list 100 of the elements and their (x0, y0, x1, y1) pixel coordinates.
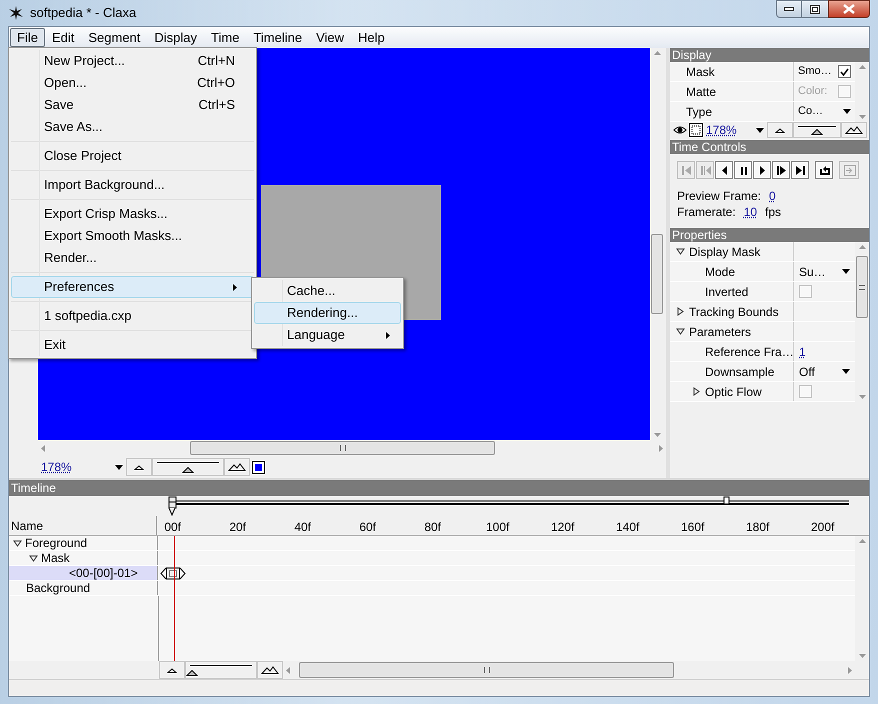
zoom-in-button[interactable] (257, 661, 283, 679)
menu-item[interactable]: Segment (81, 28, 148, 47)
preview-frame-value[interactable]: 0 (769, 187, 776, 205)
panel-header: Display (670, 48, 869, 62)
panel-header: Time Controls (670, 140, 869, 154)
menu-entry[interactable]: Preferences (11, 276, 254, 298)
transport-button[interactable] (772, 161, 790, 179)
menu-entry[interactable]: Render... (11, 247, 254, 269)
vertical-scrollbar[interactable] (855, 242, 869, 402)
menu-item[interactable]: Timeline (246, 28, 310, 47)
ruler-tick-label: 100f (486, 520, 510, 533)
slider-thumb[interactable] (811, 129, 823, 135)
checkbox[interactable] (838, 65, 851, 78)
track-label: Mask (41, 550, 70, 567)
minimize-button[interactable] (776, 0, 802, 18)
property-label: Tracking Bounds (689, 304, 779, 320)
loop-icon (818, 164, 830, 176)
zoom-dropdown[interactable]: 178% (38, 458, 126, 476)
track-label: Background (26, 580, 90, 597)
checkbox[interactable] (799, 385, 812, 398)
ruler-tick-label: 120f (550, 520, 574, 533)
scroll-thumb[interactable] (299, 662, 674, 678)
zoom-slider[interactable] (152, 458, 224, 476)
menu-entry[interactable]: New Project... Ctrl+N (11, 50, 254, 72)
menu-entry[interactable]: Rendering... (254, 302, 401, 324)
transport-button[interactable] (734, 161, 752, 179)
ruler-tick-label: 160f (680, 520, 704, 533)
framerate-value[interactable]: 10 (744, 203, 758, 221)
expand-triangle-icon[interactable] (692, 387, 701, 396)
property-dropdown[interactable]: Off (799, 362, 850, 380)
menu-item[interactable]: Time (204, 28, 246, 47)
zoom-slider[interactable] (793, 122, 841, 138)
zoom-out-button[interactable] (126, 458, 152, 476)
maximize-button[interactable] (802, 0, 828, 18)
ruler-tick-label: 200f (810, 520, 834, 533)
scroll-thumb[interactable] (856, 256, 868, 318)
maximize-icon (810, 4, 820, 14)
step-forward-icon (774, 164, 788, 176)
zoom-out-button[interactable] (159, 661, 185, 679)
menu-item[interactable]: Display (147, 28, 204, 47)
transport-button[interactable] (815, 161, 833, 179)
menu-entry[interactable]: Exit (11, 334, 254, 356)
track-name-cell[interactable]: <00-[00]-01> (9, 566, 158, 580)
zoom-in-button[interactable] (841, 122, 867, 138)
menu-entry[interactable]: Language (254, 324, 401, 346)
menu-entry[interactable]: Export Smooth Masks... (11, 225, 254, 247)
horizontal-scrollbar[interactable] (283, 661, 855, 679)
property-value-link[interactable]: 1 (799, 342, 806, 360)
keyframe-marker-icon[interactable] (160, 567, 188, 580)
menu-entry[interactable]: Save Ctrl+S (11, 94, 254, 116)
transport-button[interactable] (791, 161, 809, 179)
dropdown-arrow-icon (843, 109, 851, 114)
horizontal-scrollbar[interactable] (38, 440, 666, 456)
small-mountain-icon (775, 128, 785, 132)
menu-entry[interactable]: Import Background... (11, 174, 254, 196)
ruler-tick-label: 40f (294, 520, 312, 533)
menu-item[interactable]: Help (351, 28, 392, 47)
app-logo-icon (8, 5, 24, 21)
menu-item[interactable]: View (309, 28, 352, 47)
scroll-thumb[interactable] (190, 441, 495, 455)
window-title: softpedia * - Claxa (30, 4, 136, 22)
transport-button[interactable] (715, 161, 733, 179)
zoom-dropdown[interactable]: 178% (703, 122, 767, 138)
ruler-tick-label: 180f (746, 520, 770, 533)
menu-entry[interactable]: Close Project (11, 145, 254, 167)
name-column-header[interactable]: Name (9, 516, 158, 535)
expand-triangle-icon[interactable] (676, 307, 685, 316)
dropdown-arrow-icon (842, 369, 850, 374)
slider-thumb[interactable] (186, 670, 198, 676)
property-dropdown[interactable]: Su… (799, 262, 850, 280)
collapse-triangle-icon[interactable] (676, 327, 685, 336)
property-label: Display Mask (689, 244, 760, 260)
menu-entry[interactable]: 1 softpedia.cxp (11, 305, 254, 327)
zoom-in-button[interactable] (224, 458, 250, 476)
zoom-slider[interactable] (185, 661, 257, 679)
framerate-unit: fps (765, 204, 782, 221)
property-dropdown[interactable]: Co… (798, 103, 851, 120)
close-button[interactable] (828, 0, 870, 18)
menu-entry[interactable]: Export Crisp Masks... (11, 203, 254, 225)
zoom-out-button[interactable] (767, 122, 793, 138)
close-icon (843, 4, 855, 14)
mask-outline-icon[interactable] (689, 123, 703, 137)
color-swatch[interactable] (252, 460, 265, 474)
scroll-thumb[interactable] (651, 234, 663, 314)
framerate-label: Framerate: (677, 204, 736, 221)
menu-entry[interactable]: Open... Ctrl+O (11, 72, 254, 94)
panel-header: Timeline (9, 480, 869, 496)
menu-entry[interactable]: Save As... (11, 116, 254, 138)
slider-thumb[interactable] (182, 467, 194, 473)
dropdown-arrow-icon (842, 269, 850, 274)
collapse-triangle-icon[interactable] (676, 247, 685, 256)
checkbox[interactable] (799, 285, 812, 298)
menu-item[interactable]: Edit (44, 28, 82, 47)
vertical-scrollbar[interactable] (650, 48, 664, 440)
small-mountain-icon (167, 668, 177, 672)
menu-item[interactable]: File (10, 28, 45, 47)
transport-button[interactable] (753, 161, 771, 179)
menu-entry[interactable]: Cache... (254, 280, 401, 302)
property-label: Mask (686, 64, 715, 80)
property-label: Optic Flow (705, 384, 762, 400)
